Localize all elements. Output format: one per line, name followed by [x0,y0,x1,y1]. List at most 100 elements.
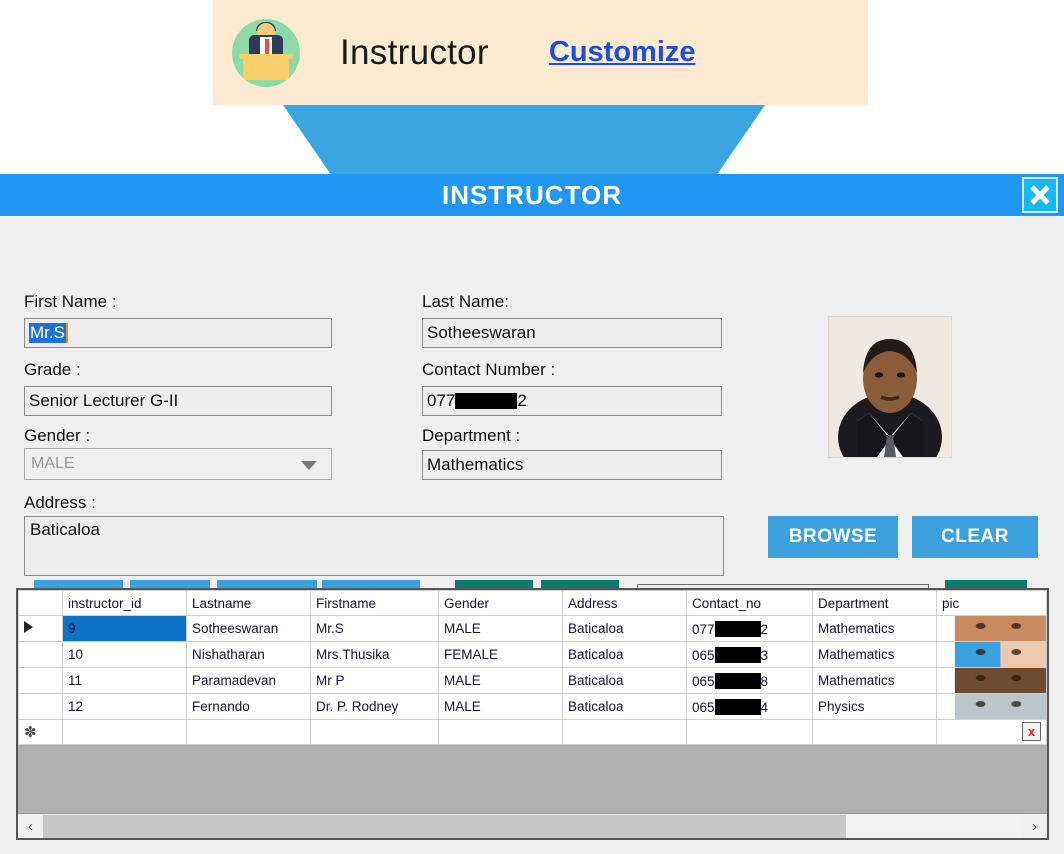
new-row-cell[interactable] [686,719,813,745]
new-row-cell[interactable] [438,719,563,745]
contact-number-redaction [455,393,518,409]
column-header-gender[interactable]: Gender [438,590,563,616]
clear-button[interactable]: CLEAR [912,516,1038,558]
close-icon[interactable] [1022,177,1058,213]
cell-gender[interactable]: MALE [438,667,563,694]
grade-input[interactable]: Senior Lecturer G-II [24,386,332,416]
contact-number-prefix: 077 [427,391,456,410]
new-row-cell[interactable] [310,719,439,745]
horizontal-scrollbar[interactable]: ‹ › [18,813,1047,838]
instructor-window: INSTRUCTOR First Name : Mr.S Last Name: … [0,174,1064,854]
table-row[interactable]: 9 Sotheeswaran Mr.S MALE Baticaloa 077 2 Mathem… [18,615,1047,642]
gender-value: MALE [31,455,75,472]
cell-address[interactable]: Baticaloa [562,667,687,694]
cell-gender[interactable]: MALE [438,615,563,642]
scroll-right-icon[interactable]: › [1022,815,1047,838]
banner-arrow [283,105,765,175]
cell-address[interactable]: Baticaloa [562,615,687,642]
cell-gender[interactable]: FEMALE [438,641,563,668]
cell-contact-no[interactable]: 065 4 [686,693,813,720]
new-row-pic-cell[interactable]: x [936,719,1047,745]
column-header-firstname[interactable]: Firstname [310,590,439,616]
new-row-cell[interactable] [562,719,687,745]
window-title: INSTRUCTOR [442,179,622,210]
row-marker[interactable] [18,667,63,694]
gender-label: Gender : [24,426,91,445]
table-row[interactable]: 11 Paramadevan Mr P MALE Baticaloa 065 8 Mathem… [18,667,1047,694]
cell-department[interactable]: Mathematics [812,641,937,668]
cell-pic[interactable] [936,641,1047,668]
first-name-input[interactable]: Mr.S [24,318,332,348]
scrollbar-track[interactable] [43,814,1022,838]
datagrid-body: 9 Sotheeswaran Mr.S MALE Baticaloa 077 2 Mathem… [18,615,1047,745]
customize-link[interactable]: Customize [549,36,696,69]
cell-firstname[interactable]: Mrs.Thusika [310,641,439,668]
cell-pic[interactable] [936,615,1047,642]
grade-value: Senior Lecturer G-II [29,391,179,410]
row-delete-icon[interactable]: x [1022,722,1041,741]
column-header-instructor-id[interactable]: instructor_id [62,590,187,616]
column-header-rowmarker[interactable] [18,590,63,616]
cell-firstname[interactable]: Mr.S [310,615,439,642]
contact-number-suffix: 2 [517,391,527,410]
page-banner: Instructor Customize [213,0,868,105]
cell-contact-no[interactable]: 065 3 [686,641,813,668]
page-title: Instructor [340,32,489,72]
scrollbar-thumb[interactable] [43,814,846,838]
contact-number-label: Contact Number : [422,360,556,379]
column-header-address[interactable]: Address [562,590,687,616]
cell-lastname[interactable]: Fernando [186,693,311,720]
window-titlebar: INSTRUCTOR [0,174,1064,216]
row-marker[interactable] [18,693,63,720]
cell-instructor-id[interactable]: 10 [62,641,187,668]
address-value: Baticaloa [30,520,100,539]
column-header-pic[interactable]: pic [936,590,1047,616]
first-name-value: Mr.S [29,323,68,343]
cell-contact-no[interactable]: 065 8 [686,667,813,694]
first-name-label: First Name : [24,292,117,311]
cell-department[interactable]: Mathematics [812,615,937,642]
cell-firstname[interactable]: Dr. P. Rodney [310,693,439,720]
address-textarea[interactable]: Baticaloa [24,516,724,576]
cell-department[interactable]: Physics [812,693,937,720]
cell-instructor-id[interactable]: 9 [62,615,187,642]
department-label: Department : [422,426,521,445]
cell-lastname[interactable]: Paramadevan [186,667,311,694]
chevron-down-icon [301,461,317,470]
cell-instructor-id[interactable]: 11 [62,667,187,694]
cell-instructor-id[interactable]: 12 [62,693,187,720]
new-row-cell[interactable] [62,719,187,745]
cell-pic[interactable] [936,667,1047,694]
table-row[interactable]: 12 Fernando Dr. P. Rodney MALE Baticaloa 065 4… [18,693,1047,720]
new-row[interactable]: ✽ x [18,719,1047,745]
browse-button[interactable]: BROWSE [768,516,898,558]
cell-firstname[interactable]: Mr P [310,667,439,694]
instructor-photo [828,316,952,458]
contact-number-input[interactable]: 077 2 [422,386,722,416]
last-name-input[interactable]: Sotheeswaran [422,318,722,348]
instructor-datagrid[interactable]: instructor_id Lastname Firstname Gender … [16,588,1049,840]
new-row-cell[interactable] [186,719,311,745]
row-marker-current[interactable] [18,615,63,642]
cell-lastname[interactable]: Sotheeswaran [186,615,311,642]
new-row-cell[interactable] [812,719,937,745]
column-header-lastname[interactable]: Lastname [186,590,311,616]
cell-lastname[interactable]: Nishatharan [186,641,311,668]
department-input[interactable]: Mathematics [422,450,722,480]
address-label: Address : [24,493,96,512]
cell-pic[interactable] [936,693,1047,720]
scroll-left-icon[interactable]: ‹ [18,815,43,838]
column-header-contact-no[interactable]: Contact_no [686,590,813,616]
table-row[interactable]: 10 Nishatharan Mrs.Thusika FEMALE Baticaloa 0… [18,641,1047,668]
last-name-value: Sotheeswaran [427,323,536,342]
new-row-asterisk-icon: ✽ [18,719,63,745]
cell-address[interactable]: Baticaloa [562,693,687,720]
column-header-department[interactable]: Department [812,590,937,616]
gender-select[interactable]: MALE [24,448,332,480]
cell-contact-no[interactable]: 077 2 [686,615,813,642]
cell-gender[interactable]: MALE [438,693,563,720]
row-marker[interactable] [18,641,63,668]
datagrid-table: instructor_id Lastname Firstname Gender … [18,590,1047,745]
cell-address[interactable]: Baticaloa [562,641,687,668]
cell-department[interactable]: Mathematics [812,667,937,694]
